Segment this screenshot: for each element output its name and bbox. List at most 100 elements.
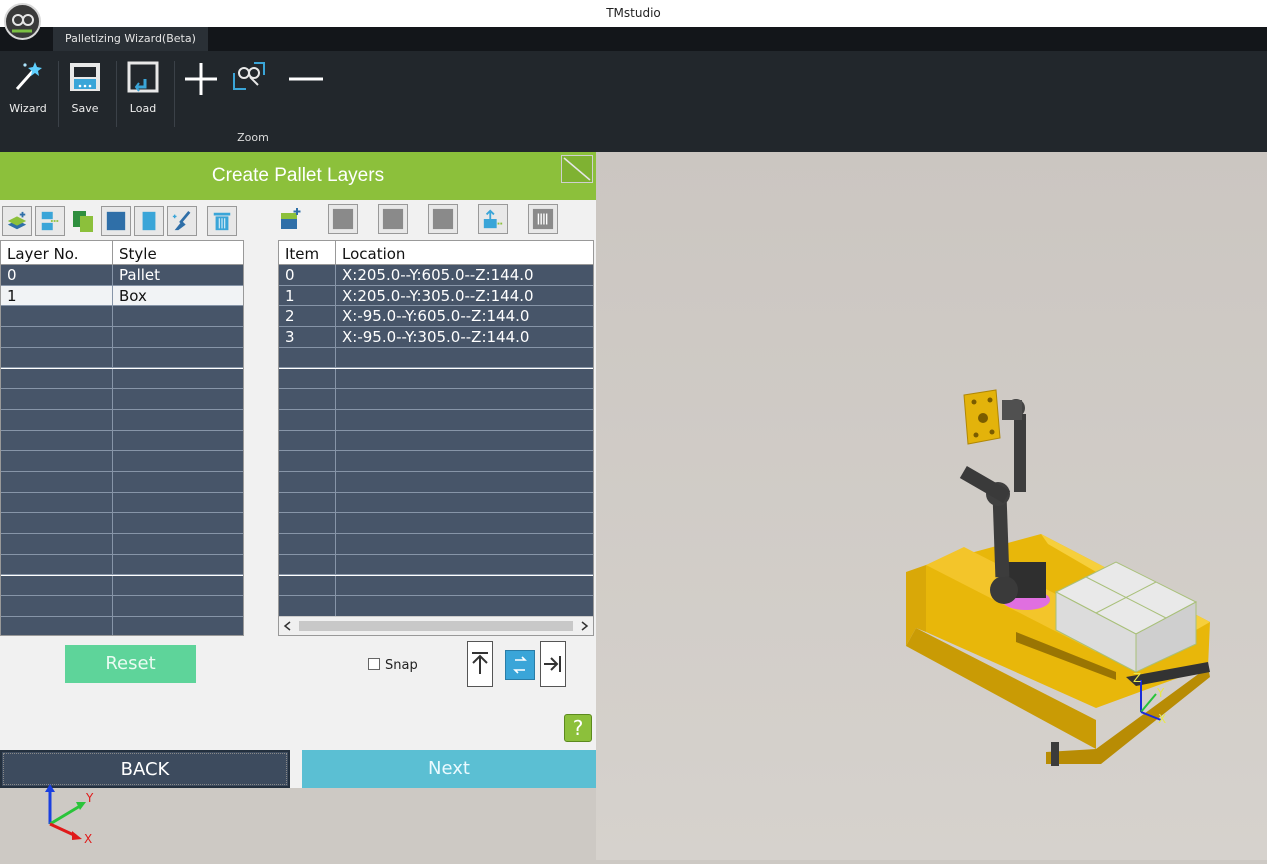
- table-row[interactable]: [1, 575, 243, 597]
- table-cell: [1, 596, 113, 617]
- table-cell: [336, 389, 593, 409]
- zoom-in-button[interactable]: [176, 57, 226, 115]
- items-horizontal-scrollbar[interactable]: [279, 616, 593, 635]
- zoom-fit-button[interactable]: [226, 57, 270, 115]
- layer-style-button[interactable]: [134, 206, 164, 236]
- table-cell: [336, 534, 593, 554]
- table-row[interactable]: 2 X:-95.0--Y:605.0--Z:144.0: [279, 306, 593, 328]
- table-row[interactable]: [1, 306, 243, 328]
- paste-layer-icon: [106, 211, 126, 231]
- barcode-button[interactable]: [528, 204, 558, 234]
- table-row[interactable]: [279, 368, 593, 390]
- move-to-end-button[interactable]: [540, 641, 566, 687]
- item-tool-button-1[interactable]: [328, 204, 358, 234]
- collapse-panel-button[interactable]: [561, 155, 593, 183]
- create-pallet-layers-panel: Create Pallet Layers Layer No. Style 0 P…: [0, 152, 597, 788]
- scroll-left-icon[interactable]: [283, 621, 293, 631]
- table-row[interactable]: [279, 554, 593, 576]
- table-row[interactable]: [1, 409, 243, 431]
- table-row[interactable]: 0 X:205.0--Y:605.0--Z:144.0: [279, 265, 593, 286]
- table-row[interactable]: 0 Pallet: [1, 265, 243, 286]
- table-row[interactable]: [1, 596, 243, 617]
- table-row[interactable]: [1, 389, 243, 410]
- ribbon-toolbar: Wizard Save Load Zoom: [0, 51, 1267, 152]
- item-tool-button-3[interactable]: [428, 204, 458, 234]
- insert-layer-icon: [41, 211, 60, 231]
- table-row[interactable]: [1, 492, 243, 514]
- add-item-icon: [281, 208, 301, 229]
- table-row[interactable]: [279, 575, 593, 597]
- table-row[interactable]: [1, 430, 243, 452]
- table-row[interactable]: [1, 616, 243, 635]
- table-cell: [1, 451, 113, 472]
- delete-layer-button[interactable]: [207, 206, 237, 236]
- clear-layers-button[interactable]: [167, 206, 197, 236]
- table-row[interactable]: [279, 596, 593, 617]
- table-row[interactable]: 1 X:205.0--Y:305.0--Z:144.0: [279, 285, 593, 307]
- table-row[interactable]: [1, 327, 243, 348]
- table-row[interactable]: [279, 451, 593, 472]
- table-cell: [336, 472, 593, 492]
- column-header-style[interactable]: Style: [113, 241, 243, 265]
- load-label: Load: [129, 102, 157, 115]
- table-row[interactable]: [279, 409, 593, 431]
- swap-direction-button[interactable]: [505, 650, 535, 680]
- arrow-to-end-icon: [544, 656, 561, 672]
- table-cell: [1, 389, 113, 410]
- save-label: Save: [71, 102, 99, 115]
- table-cell: [113, 431, 243, 451]
- export-item-button[interactable]: [478, 204, 508, 234]
- paste-layer-button[interactable]: [101, 206, 131, 236]
- 3d-viewport[interactable]: Z Y X: [596, 152, 1267, 860]
- add-item-button[interactable]: [275, 204, 305, 234]
- snap-label: Snap: [385, 658, 418, 673]
- column-header-layer-no[interactable]: Layer No.: [1, 241, 113, 265]
- table-row[interactable]: [279, 472, 593, 493]
- snap-checkbox[interactable]: Snap: [368, 658, 418, 673]
- table-row[interactable]: 1 Box: [1, 285, 243, 307]
- add-layer-button[interactable]: [2, 206, 32, 236]
- table-row[interactable]: [279, 347, 593, 369]
- table-row[interactable]: [1, 451, 243, 472]
- table-row[interactable]: [1, 472, 243, 493]
- table-row[interactable]: [279, 389, 593, 410]
- table-cell: X:205.0--Y:305.0--Z:144.0: [342, 286, 534, 305]
- item-tool-button-2[interactable]: [378, 204, 408, 234]
- column-header-item[interactable]: Item: [279, 241, 336, 265]
- insert-layer-button[interactable]: [35, 206, 65, 236]
- table-row[interactable]: [279, 534, 593, 555]
- zoom-out-button[interactable]: [280, 57, 330, 115]
- move-to-top-button[interactable]: [467, 641, 493, 687]
- help-button[interactable]: ?: [564, 714, 592, 742]
- scroll-right-icon[interactable]: [579, 621, 589, 631]
- column-header-location[interactable]: Location: [336, 241, 593, 265]
- reset-button[interactable]: Reset: [65, 645, 196, 683]
- items-table: Item Location 0 X:205.0--Y:605.0--Z:144.0…: [278, 240, 594, 636]
- scroll-thumb[interactable]: [299, 621, 573, 631]
- wizard-button[interactable]: Wizard: [2, 57, 54, 115]
- table-row[interactable]: [1, 368, 243, 390]
- table-cell: [113, 369, 243, 389]
- table-row[interactable]: [1, 554, 243, 576]
- add-layer-icon: [7, 211, 27, 230]
- snap-checkbox-box[interactable]: [368, 658, 380, 670]
- tab-palletizing-wizard[interactable]: Palletizing Wizard(Beta): [53, 27, 208, 51]
- table-row[interactable]: [279, 492, 593, 514]
- table-row[interactable]: [1, 534, 243, 555]
- save-button[interactable]: Save: [59, 57, 111, 115]
- minus-icon: [289, 77, 323, 81]
- table-row[interactable]: [279, 430, 593, 452]
- app-logo-icon[interactable]: [4, 3, 41, 40]
- copy-layer-button[interactable]: [68, 206, 98, 236]
- next-button[interactable]: Next: [302, 750, 596, 788]
- load-button[interactable]: Load: [117, 57, 169, 115]
- table-row[interactable]: [1, 513, 243, 535]
- table-row[interactable]: [279, 513, 593, 535]
- table-cell: [113, 513, 243, 533]
- table-cell: [113, 348, 243, 368]
- table-row[interactable]: [1, 347, 243, 369]
- magic-wand-icon: [15, 62, 42, 90]
- table-cell: 0: [279, 265, 336, 285]
- robot-pallet-scene: Z Y X: [906, 389, 1210, 766]
- table-row[interactable]: 3 X:-95.0--Y:305.0--Z:144.0: [279, 327, 593, 348]
